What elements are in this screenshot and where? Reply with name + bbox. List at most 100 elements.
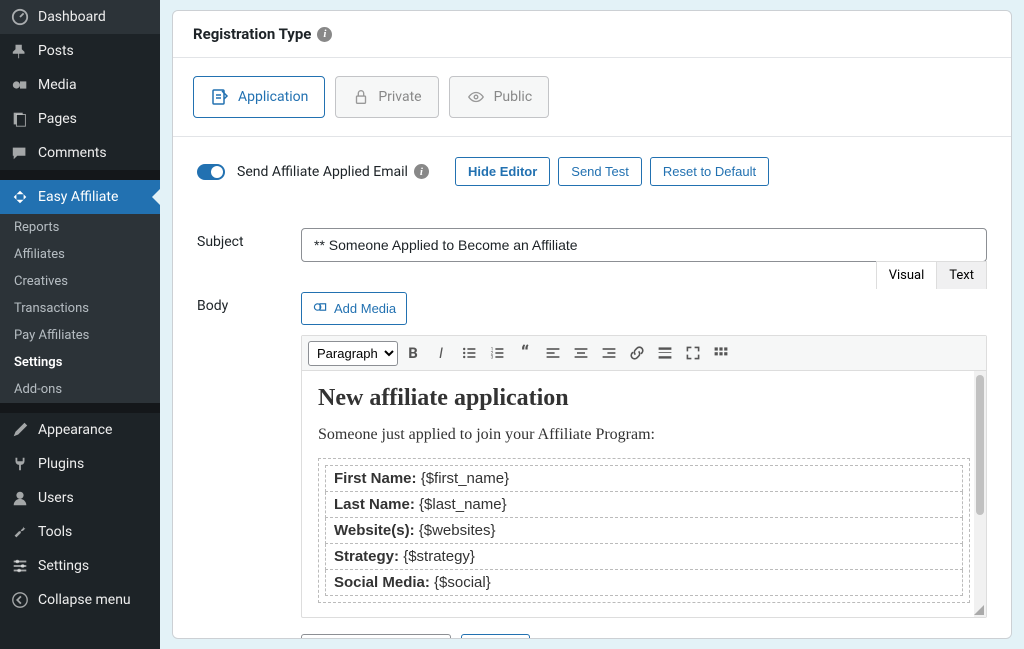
body-label: Body <box>197 292 281 639</box>
sidebar-item-tools[interactable]: Tools <box>0 515 160 549</box>
main-content: Registration Type i Application Private … <box>160 0 1024 649</box>
sidebar-separator <box>0 403 160 413</box>
sidebar-label: Settings <box>38 558 89 574</box>
brush-icon <box>10 420 30 440</box>
table-row: Website(s): {$websites} <box>326 518 963 544</box>
sidebar-item-settings[interactable]: Settings <box>0 549 160 583</box>
collapse-menu[interactable]: Collapse menu <box>0 583 160 617</box>
sidebar-label: Easy Affiliate <box>38 189 118 205</box>
help-icon[interactable]: i <box>414 164 429 179</box>
tab-label: Public <box>494 89 533 105</box>
pages-icon <box>10 109 30 129</box>
sidebar-label: Comments <box>38 145 107 161</box>
editor-tabs: Visual Text <box>877 261 987 289</box>
reset-default-button[interactable]: Reset to Default <box>650 157 769 186</box>
applicant-table: First Name: {$first_name} Last Name: {$l… <box>318 458 970 603</box>
hide-editor-button[interactable]: Hide Editor <box>455 157 550 186</box>
editor-toolbar: Paragraph B I 123 “ <box>302 336 986 371</box>
add-media-button[interactable]: Add Media <box>301 292 407 325</box>
ul-button[interactable] <box>456 340 482 366</box>
application-icon <box>210 87 230 107</box>
sidebar-item-media[interactable]: Media <box>0 68 160 102</box>
sidebar-item-comments[interactable]: Comments <box>0 136 160 170</box>
lock-icon <box>352 88 370 106</box>
email-toggle-section: Send Affiliate Applied Email i Hide Edit… <box>173 137 1011 206</box>
resize-handle[interactable] <box>974 605 984 615</box>
sidebar-item-posts[interactable]: Posts <box>0 34 160 68</box>
sidebar-item-appearance[interactable]: Appearance <box>0 413 160 447</box>
insert-button[interactable]: Insert ↑ <box>461 634 530 639</box>
editor-scrollbar[interactable] <box>974 371 986 617</box>
sidebar-separator <box>0 170 160 180</box>
help-icon[interactable]: i <box>317 27 332 42</box>
plug-icon <box>10 454 30 474</box>
align-center-button[interactable] <box>568 340 594 366</box>
collapse-label: Collapse menu <box>38 592 131 608</box>
quote-button[interactable]: “ <box>512 340 538 366</box>
send-test-button[interactable]: Send Test <box>558 157 642 186</box>
submenu-creatives[interactable]: Creatives <box>0 268 160 295</box>
sidebar-label: Media <box>38 77 77 93</box>
readmore-button[interactable] <box>652 340 678 366</box>
align-right-button[interactable] <box>596 340 622 366</box>
submenu-pay-affiliates[interactable]: Pay Affiliates <box>0 322 160 349</box>
affiliate-icon <box>10 187 30 207</box>
table-row: Last Name: {$last_name} <box>326 492 963 518</box>
tab-private[interactable]: Private <box>335 76 438 118</box>
sliders-icon <box>10 556 30 576</box>
toggle-row: Send Affiliate Applied Email i Hide Edit… <box>197 157 987 186</box>
format-select[interactable]: Paragraph <box>308 341 398 366</box>
table-row: First Name: {$first_name} <box>326 466 963 492</box>
toolbar-toggle-button[interactable] <box>708 340 734 366</box>
email-intro: Someone just applied to join your Affili… <box>318 426 970 444</box>
comments-icon <box>10 143 30 163</box>
sidebar-label: Appearance <box>38 422 112 438</box>
tab-label: Application <box>238 89 308 105</box>
ol-button[interactable]: 123 <box>484 340 510 366</box>
editor-tab-text[interactable]: Text <box>936 261 987 289</box>
table-row: Strategy: {$strategy} <box>326 544 963 570</box>
sidebar-item-plugins[interactable]: Plugins <box>0 447 160 481</box>
pin-icon <box>10 41 30 61</box>
editor-tab-visual[interactable]: Visual <box>876 261 938 289</box>
send-email-toggle[interactable] <box>197 164 225 180</box>
wrench-icon <box>10 522 30 542</box>
align-left-button[interactable] <box>540 340 566 366</box>
add-media-label: Add Media <box>334 301 396 316</box>
tab-label: Private <box>378 89 421 105</box>
submenu-transactions[interactable]: Transactions <box>0 295 160 322</box>
link-button[interactable] <box>624 340 650 366</box>
bold-button[interactable]: B <box>400 340 426 366</box>
sidebar-label: Pages <box>38 111 77 127</box>
svg-text:3: 3 <box>491 355 494 361</box>
eye-icon <box>466 88 486 106</box>
tab-application[interactable]: Application <box>193 76 325 118</box>
media-icon <box>312 299 328 318</box>
toggle-label: Send Affiliate Applied Email i <box>237 164 429 180</box>
media-icon <box>10 75 30 95</box>
subject-label: Subject <box>197 228 281 262</box>
sidebar-item-pages[interactable]: Pages <box>0 102 160 136</box>
sidebar-item-easy-affiliate[interactable]: Easy Affiliate <box>0 180 160 214</box>
submenu-addons[interactable]: Add-ons <box>0 376 160 403</box>
tab-public[interactable]: Public <box>449 76 550 118</box>
sidebar-label: Tools <box>38 524 72 540</box>
submenu-settings[interactable]: Settings <box>0 349 160 376</box>
submenu-reports[interactable]: Reports <box>0 214 160 241</box>
rich-editor: Paragraph B I 123 “ <box>301 335 987 618</box>
sidebar-item-users[interactable]: Users <box>0 481 160 515</box>
fullscreen-button[interactable] <box>680 340 706 366</box>
italic-button[interactable]: I <box>428 340 454 366</box>
variable-select[interactable]: {$first_name} <box>301 634 451 639</box>
insert-variable-row: {$first_name} Insert ↑ <box>301 634 987 639</box>
sidebar-item-dashboard[interactable]: Dashboard <box>0 0 160 34</box>
editor-body[interactable]: New affiliate application Someone just a… <box>302 371 986 617</box>
panel-title: Registration Type <box>193 25 311 43</box>
user-icon <box>10 488 30 508</box>
sidebar-label: Plugins <box>38 456 84 472</box>
subject-input[interactable] <box>301 228 987 262</box>
submenu-affiliates[interactable]: Affiliates <box>0 241 160 268</box>
body-field: Body Add Media Visual Text Paragraph B I <box>173 270 1011 639</box>
collapse-icon <box>10 590 30 610</box>
email-buttons: Hide Editor Send Test Reset to Default <box>455 157 769 186</box>
